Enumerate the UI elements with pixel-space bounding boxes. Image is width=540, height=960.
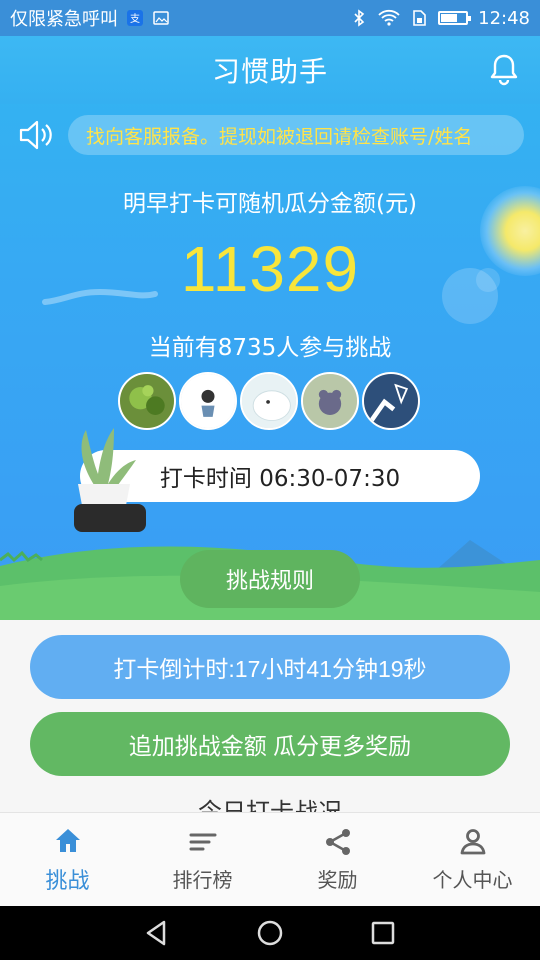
person-icon: [460, 829, 485, 855]
avatar[interactable]: [362, 372, 420, 430]
countdown-button[interactable]: 打卡倒计时:17小时41分钟19秒: [30, 635, 510, 699]
svg-text:支: 支: [130, 13, 140, 25]
sim-icon: [413, 10, 426, 26]
hero-panel: 习惯助手 找向客服报备。提现如被退回请检查账号/姓名 明早打卡可随机瓜分金额(元…: [0, 36, 540, 620]
notice-bar: 找向客服报备。提现如被退回请检查账号/姓名: [18, 114, 524, 156]
notice-pill: 找向客服报备。提现如被退回请检查账号/姓名: [68, 115, 524, 155]
image-icon: [153, 11, 169, 25]
tab-label: 挑战: [45, 868, 90, 894]
home-icon: [55, 828, 80, 852]
tab-label: 奖励: [317, 868, 358, 892]
action-section: 打卡倒计时:17小时41分钟19秒 追加挑战金额 瓜分更多奖励 今日打卡战况: [0, 620, 540, 812]
page-title: 习惯助手: [211, 55, 328, 88]
back-icon[interactable]: [142, 918, 172, 948]
tab-bar: 挑战 排行榜 奖励 个人中心: [0, 812, 540, 906]
avatar-list: [118, 372, 420, 430]
share-icon: [325, 829, 350, 855]
tab-profile[interactable]: 个人中心: [405, 813, 540, 906]
pool-amount: 11329: [180, 233, 360, 305]
section-title: 今日打卡战况: [198, 798, 342, 812]
challenge-rules-button[interactable]: 挑战规则: [180, 550, 360, 608]
carrier-text: 仅限紧急呼叫: [10, 9, 118, 30]
app-screen: 仅限紧急呼叫 支 12:48 习惯助手 找向客服报备。提现如被退回请检查账号/姓…: [0, 0, 540, 960]
notice-text: 找向客服报备。提现如被退回请检查账号/姓名: [86, 125, 473, 148]
participants-count: 当前有8735人参与挑战: [148, 335, 392, 361]
battery-icon: [438, 11, 472, 25]
tab-ranking[interactable]: 排行榜: [135, 813, 270, 906]
tab-label: 排行榜: [172, 868, 233, 892]
plant-decoration: [74, 428, 146, 532]
home-nav-icon[interactable]: [255, 918, 285, 948]
add-challenge-button[interactable]: 追加挑战金额 瓜分更多奖励: [30, 712, 510, 776]
list-icon: [189, 833, 216, 851]
alipay-icon: 支: [127, 10, 143, 26]
avatar[interactable]: [179, 372, 237, 430]
title-bar: 习惯助手: [0, 36, 540, 104]
tab-label: 个人中心: [432, 868, 513, 892]
system-nav-bar: [0, 906, 540, 960]
avatar[interactable]: [118, 372, 176, 430]
avatar[interactable]: [301, 372, 359, 430]
speaker-icon: [19, 120, 52, 150]
tab-rewards[interactable]: 奖励: [270, 813, 405, 906]
status-bar: 仅限紧急呼叫 支 12:48: [0, 0, 540, 36]
bluetooth-icon: [354, 9, 365, 27]
clock-text: 12:48: [478, 7, 530, 29]
recents-icon[interactable]: [368, 918, 398, 948]
tab-challenge[interactable]: 挑战: [0, 813, 135, 906]
bell-icon[interactable]: [486, 52, 522, 88]
pool-label: 明早打卡可随机瓜分金额(元): [123, 191, 417, 217]
wifi-icon: [378, 9, 400, 26]
avatar[interactable]: [240, 372, 298, 430]
